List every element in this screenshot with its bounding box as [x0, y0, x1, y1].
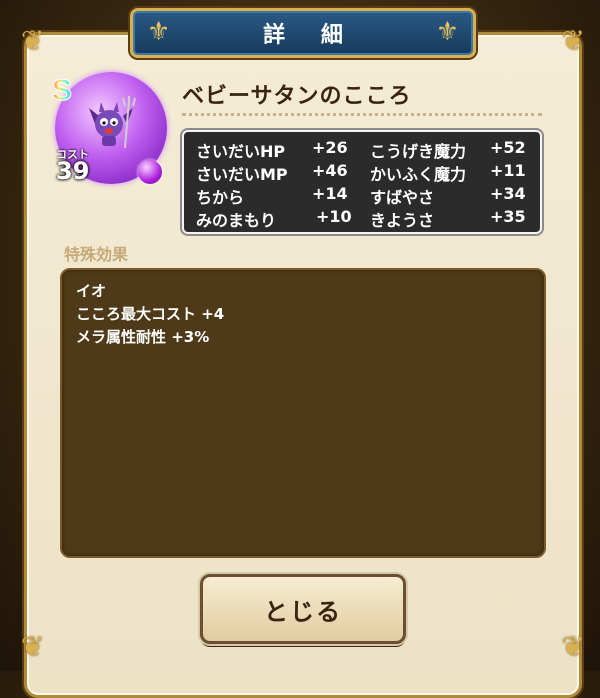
- effect-item: こころ最大コスト +4: [76, 305, 225, 323]
- stat-value: +35: [490, 207, 526, 226]
- baby-satan-monster-icon: [89, 96, 136, 149]
- effect-item: メラ属性耐性 +3%: [76, 328, 210, 346]
- stat-value: +26: [312, 138, 348, 157]
- close-button[interactable]: とじる: [200, 574, 406, 644]
- stats-panel: さいだいHP +26 こうげき魔力 +52 さいだいMP +46 かいふく魔力 …: [182, 130, 542, 234]
- stat-value: +52: [490, 138, 526, 157]
- effect-item: イオ: [76, 282, 107, 300]
- rank-badge: S: [51, 74, 73, 108]
- corner-ornament-icon: ❦: [21, 630, 45, 663]
- stat-value: +46: [312, 161, 348, 180]
- corner-ornament-icon: ❦: [561, 630, 585, 663]
- stat-label: こうげき魔力: [370, 142, 467, 161]
- stat-value: +11: [490, 161, 526, 180]
- stat-value: +10: [316, 207, 352, 226]
- fleur-de-lis-icon: ⚜: [435, 17, 459, 47]
- stat-label: すばやさ: [370, 188, 435, 207]
- stat-value: +14: [312, 184, 348, 203]
- fleur-de-lis-icon: ⚜: [147, 17, 171, 47]
- stat-label: さいだいMP: [196, 165, 288, 184]
- element-gem-icon: [138, 160, 162, 184]
- stat-label: ちから: [196, 188, 245, 207]
- special-effects-panel: イオ こころ最大コスト +4 メラ属性耐性 +3%: [60, 268, 546, 558]
- stat-label: きようさ: [370, 211, 435, 230]
- divider: [182, 113, 542, 116]
- stat-label: みのまもり: [196, 211, 277, 230]
- stat-label: さいだいHP: [196, 142, 286, 161]
- special-effects-heading: 特殊効果: [64, 245, 129, 264]
- title-banner: ⚜ 詳 細 ⚜: [130, 8, 476, 58]
- corner-ornament-icon: ❦: [561, 24, 585, 57]
- stat-label: かいふく魔力: [370, 165, 467, 184]
- corner-ornament-icon: ❦: [21, 24, 45, 57]
- kokoro-name: ベビーサタンのこころ: [182, 84, 412, 109]
- dialog-title: 詳 細: [263, 23, 357, 48]
- stat-value: +34: [490, 184, 526, 203]
- cost-value: 39: [56, 157, 90, 185]
